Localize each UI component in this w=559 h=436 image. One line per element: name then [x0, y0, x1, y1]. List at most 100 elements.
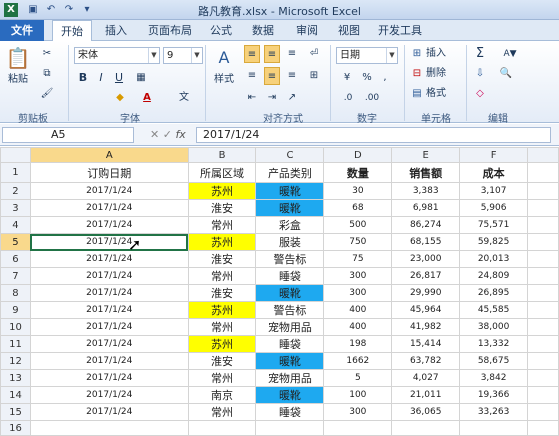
- order-date-cell[interactable]: 2017/1/24: [29, 386, 189, 404]
- sales-cell[interactable]: 68,155: [391, 233, 461, 251]
- row-header[interactable]: 14: [0, 386, 31, 404]
- cost-cell[interactable]: 24,809: [459, 267, 529, 285]
- merge-center-icon[interactable]: ⊞: [306, 67, 322, 85]
- increase-indent-icon[interactable]: ⇥: [264, 89, 280, 107]
- fill-color-icon[interactable]: ◆: [112, 89, 128, 107]
- insert-cells-icon[interactable]: ⊞: [410, 45, 424, 63]
- format-button[interactable]: 格式: [426, 85, 456, 103]
- align-right-icon[interactable]: ≡: [284, 67, 300, 85]
- region-cell[interactable]: 常州: [187, 267, 257, 285]
- header-order-date[interactable]: 订购日期: [29, 162, 189, 183]
- underline-button[interactable]: U: [112, 69, 126, 87]
- chevron-down-icon[interactable]: ▼: [191, 48, 202, 63]
- region-cell[interactable]: 苏州: [187, 233, 257, 251]
- cost-cell[interactable]: 19,366: [459, 386, 529, 404]
- comma-button[interactable]: ,: [378, 69, 392, 87]
- bold-button[interactable]: B: [76, 69, 90, 87]
- row-header[interactable]: 11: [0, 335, 31, 353]
- find-icon[interactable]: 🔍: [498, 65, 514, 83]
- sales-cell[interactable]: 29,990: [391, 284, 461, 302]
- category-cell[interactable]: 宠物用品: [255, 318, 325, 336]
- style-button[interactable]: 样式: [208, 71, 240, 89]
- align-left-icon[interactable]: ≡: [244, 67, 260, 85]
- name-box[interactable]: A5: [2, 127, 134, 143]
- category-cell[interactable]: 警告标: [255, 250, 325, 268]
- order-date-cell[interactable]: 2017/1/24: [29, 182, 189, 200]
- quantity-cell[interactable]: 300: [323, 403, 393, 421]
- quantity-cell[interactable]: 68: [323, 199, 393, 217]
- number-format-combo[interactable]: 日期 ▼: [336, 47, 398, 64]
- cost-cell[interactable]: 3,107: [459, 182, 529, 200]
- category-cell[interactable]: 警告标: [255, 301, 325, 319]
- region-cell[interactable]: 常州: [187, 403, 257, 421]
- italic-button[interactable]: I: [94, 69, 108, 87]
- cost-cell[interactable]: 45,585: [459, 301, 529, 319]
- category-cell[interactable]: 彩盒: [255, 216, 325, 234]
- empty-cell[interactable]: [527, 162, 559, 183]
- row-header[interactable]: 9: [0, 301, 31, 319]
- column-header-d[interactable]: D: [323, 147, 393, 163]
- quantity-cell[interactable]: 5: [323, 369, 393, 387]
- column-header-c[interactable]: C: [255, 147, 325, 163]
- category-cell[interactable]: 暖靴: [255, 284, 325, 302]
- sales-cell[interactable]: 4,027: [391, 369, 461, 387]
- region-cell[interactable]: 淮安: [187, 284, 257, 302]
- chevron-down-icon[interactable]: ▼: [148, 48, 159, 63]
- row-header[interactable]: 2: [0, 182, 31, 200]
- quantity-cell[interactable]: 198: [323, 335, 393, 353]
- tab-insert[interactable]: 插入: [98, 20, 134, 41]
- empty-cell[interactable]: [527, 284, 559, 302]
- sales-cell[interactable]: 6,981: [391, 199, 461, 217]
- cost-cell[interactable]: 20,013: [459, 250, 529, 268]
- row-header[interactable]: 15: [0, 403, 31, 421]
- cost-cell[interactable]: 13,332: [459, 335, 529, 353]
- row-header[interactable]: 8: [0, 284, 31, 302]
- tab-formulas[interactable]: 公式: [204, 20, 238, 41]
- cost-cell[interactable]: 5,906: [459, 199, 529, 217]
- insert-function-button[interactable]: ✕ ✓ fx: [150, 127, 190, 143]
- cost-cell[interactable]: 3,842: [459, 369, 529, 387]
- header-cost[interactable]: 成本: [459, 162, 529, 183]
- empty-cell[interactable]: [527, 318, 559, 336]
- cost-cell[interactable]: 26,895: [459, 284, 529, 302]
- quantity-cell[interactable]: 300: [323, 284, 393, 302]
- tab-developer[interactable]: 开发工具: [372, 20, 428, 41]
- sort-filter-button[interactable]: A▼: [498, 45, 522, 63]
- category-cell[interactable]: 睡袋: [255, 403, 325, 421]
- order-date-cell[interactable]: 2017/1/24: [29, 369, 189, 387]
- increase-decimal-icon[interactable]: .0: [338, 89, 358, 107]
- quantity-cell[interactable]: 300: [323, 267, 393, 285]
- format-painter-icon[interactable]: 🖌: [38, 85, 56, 103]
- order-date-cell[interactable]: 2017/1/24: [29, 403, 189, 421]
- phonetic-icon[interactable]: 文: [176, 89, 192, 107]
- sales-cell[interactable]: 3,383: [391, 182, 461, 200]
- order-date-cell[interactable]: 2017/1/24: [29, 267, 189, 285]
- tab-review[interactable]: 审阅: [290, 20, 324, 41]
- cost-cell[interactable]: 38,000: [459, 318, 529, 336]
- sales-cell[interactable]: 86,274: [391, 216, 461, 234]
- autosum-button[interactable]: Σ: [472, 45, 488, 63]
- column-header-g[interactable]: [527, 147, 559, 163]
- category-cell[interactable]: 暖靴: [255, 199, 325, 217]
- sales-cell[interactable]: 15,414: [391, 335, 461, 353]
- row-header[interactable]: 7: [0, 267, 31, 285]
- quantity-cell[interactable]: 400: [323, 318, 393, 336]
- decrease-indent-icon[interactable]: ⇤: [244, 89, 260, 107]
- currency-icon[interactable]: ¥: [338, 69, 356, 87]
- region-cell[interactable]: 常州: [187, 369, 257, 387]
- empty-cell[interactable]: [187, 420, 257, 436]
- region-cell[interactable]: 苏州: [187, 335, 257, 353]
- cost-cell[interactable]: 59,825: [459, 233, 529, 251]
- style-icon[interactable]: A: [210, 45, 238, 71]
- sales-cell[interactable]: 63,782: [391, 352, 461, 370]
- quantity-cell[interactable]: 30: [323, 182, 393, 200]
- format-cells-icon[interactable]: ▤: [410, 85, 424, 103]
- quantity-cell[interactable]: 1662: [323, 352, 393, 370]
- order-date-cell[interactable]: 2017/1/24: [29, 301, 189, 319]
- border-icon[interactable]: ▦: [132, 69, 150, 87]
- empty-cell[interactable]: [527, 369, 559, 387]
- paste-button[interactable]: 粘贴: [2, 71, 34, 89]
- empty-cell[interactable]: [527, 352, 559, 370]
- category-cell[interactable]: 暖靴: [255, 182, 325, 200]
- order-date-cell[interactable]: 2017/1/24: [29, 250, 189, 268]
